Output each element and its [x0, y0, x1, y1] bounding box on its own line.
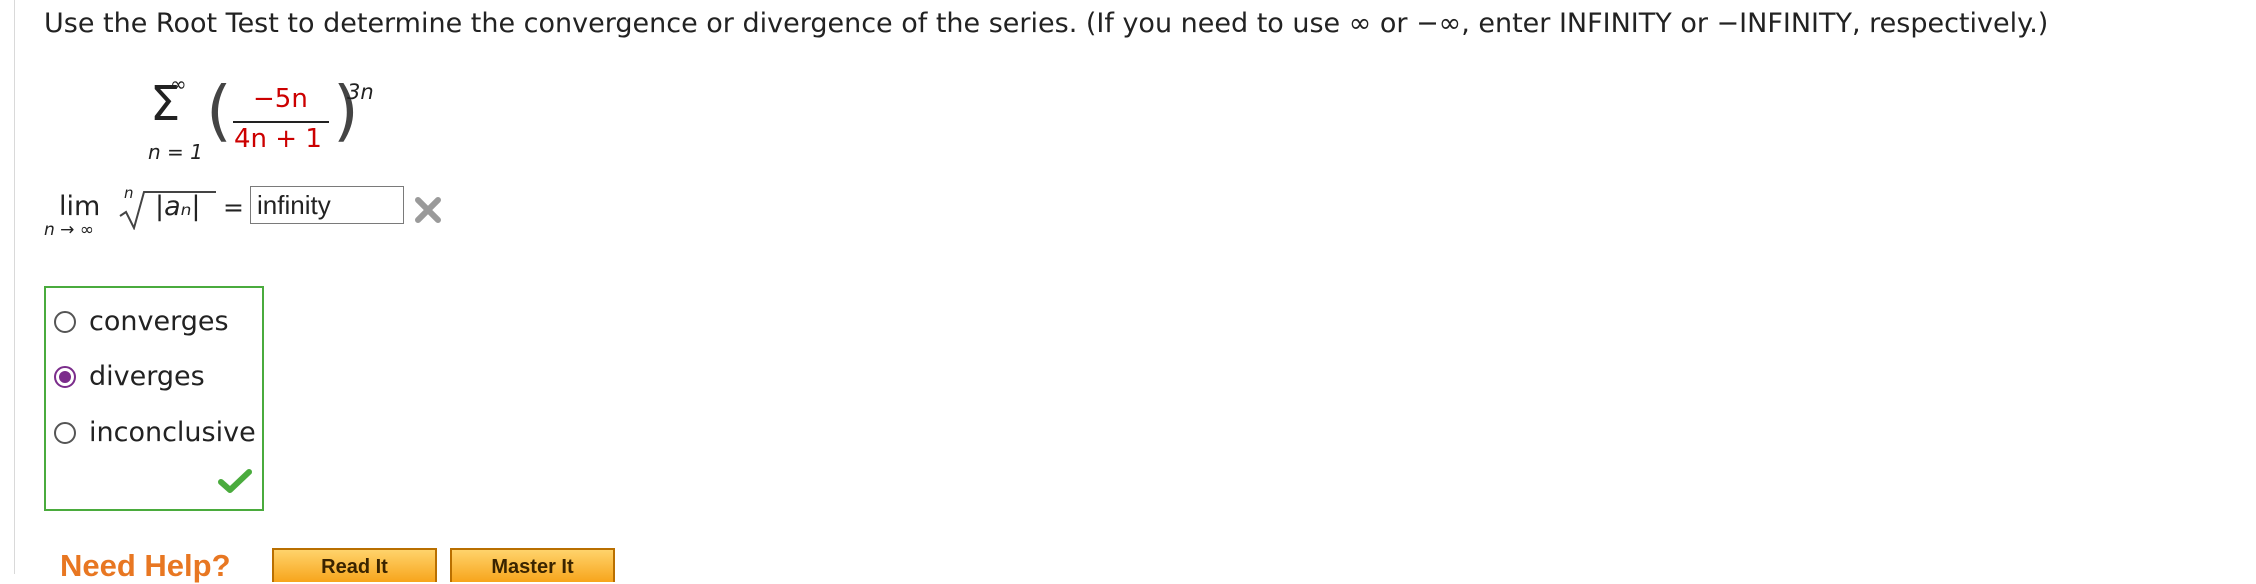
- question-suffix: , enter INFINITY or −INFINITY, respectiv…: [1461, 8, 2049, 39]
- radio-diverges[interactable]: [54, 365, 76, 388]
- master-it-button[interactable]: Master It: [450, 548, 615, 582]
- choice-label: diverges: [89, 361, 205, 392]
- fraction-numerator: −5n: [253, 84, 308, 114]
- left-border: [0, 0, 15, 574]
- limit-answer-input[interactable]: [250, 186, 404, 224]
- choice-diverges[interactable]: diverges: [54, 361, 205, 392]
- need-help-label: Need Help?: [60, 548, 231, 583]
- neg-infinity-symbol: −∞: [1416, 8, 1462, 39]
- answer-choices-group: converges diverges inconclusive: [44, 286, 264, 511]
- sigma-symbol: Σ: [150, 76, 181, 132]
- radicand: |aₙ|: [155, 191, 201, 222]
- correct-check-icon: [218, 469, 252, 493]
- lim-subscript: n → ∞: [44, 220, 94, 240]
- question-middle: or: [1371, 8, 1417, 39]
- equals-sign: =: [223, 193, 244, 222]
- choice-converges[interactable]: converges: [54, 306, 229, 337]
- left-paren: (: [206, 72, 232, 149]
- incorrect-x-icon: [415, 197, 441, 223]
- fraction-denominator: 4n + 1: [234, 124, 322, 154]
- sum-lower-limit: n = 1: [148, 140, 203, 164]
- lim-label: lim: [59, 191, 101, 222]
- read-it-button[interactable]: Read It: [272, 548, 437, 582]
- choice-inconclusive[interactable]: inconclusive: [54, 417, 256, 448]
- question-text: Use the Root Test to determine the conve…: [44, 8, 2048, 39]
- question-prefix: Use the Root Test to determine the conve…: [44, 8, 1349, 39]
- radio-inconclusive[interactable]: [54, 421, 76, 444]
- fraction-bar: [233, 121, 329, 123]
- series-exponent: 3n: [347, 80, 374, 104]
- choice-label: inconclusive: [89, 417, 256, 448]
- radio-converges[interactable]: [54, 310, 76, 333]
- choice-label: converges: [89, 306, 229, 337]
- infinity-symbol: ∞: [1348, 8, 1372, 39]
